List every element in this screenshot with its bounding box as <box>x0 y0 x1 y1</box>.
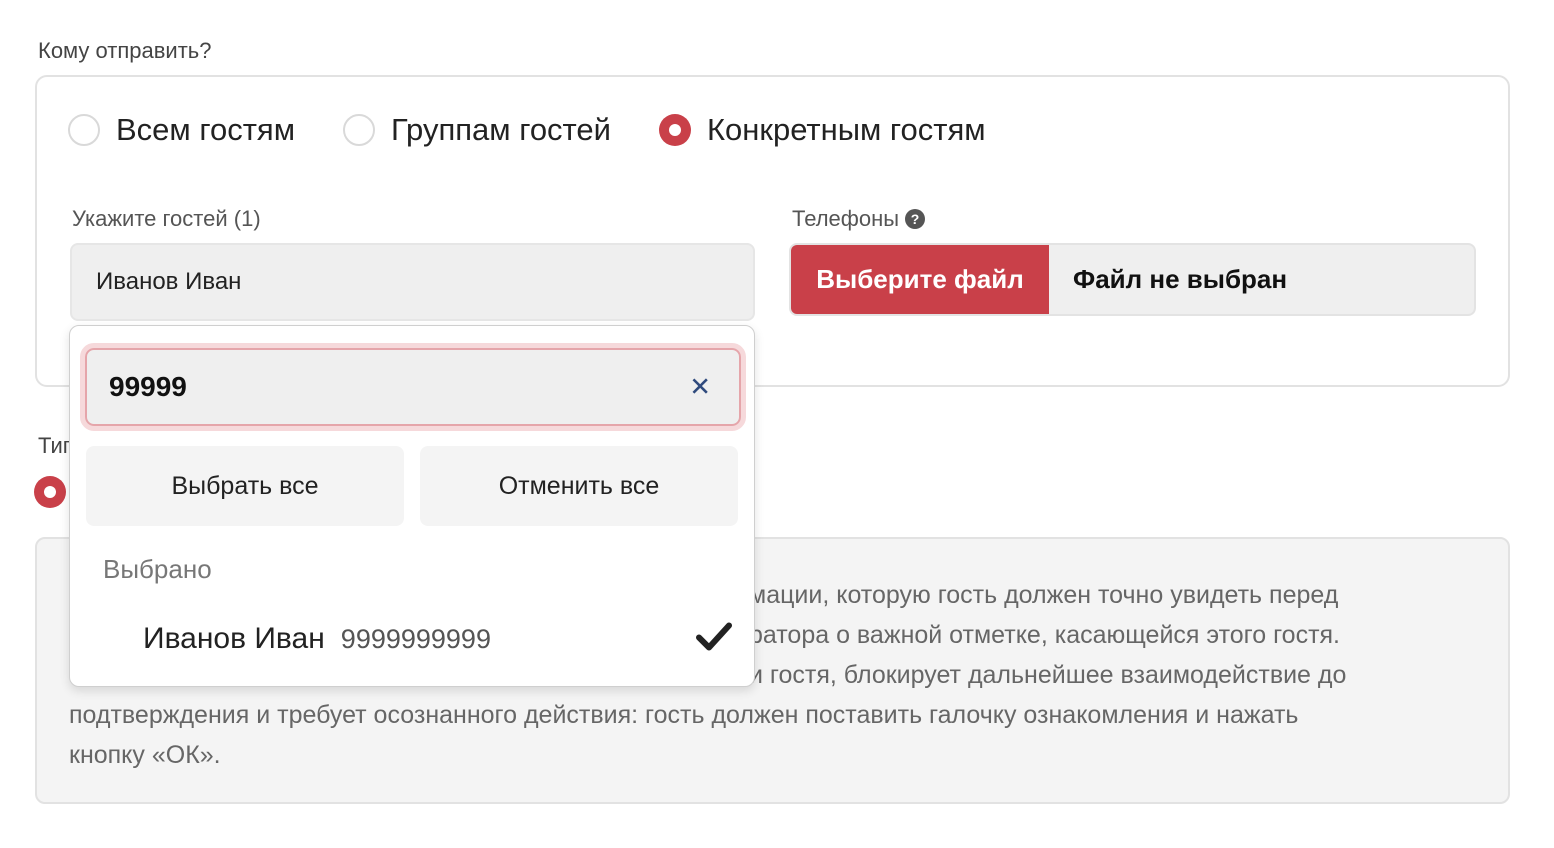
info-line: подтверждения и требует осознанного дейс… <box>69 701 1299 729</box>
info-line: кнопку «ОК». <box>69 741 221 769</box>
guests-dropdown: 99999 ✕ Выбрать все Отменить все Выбрано… <box>69 325 755 687</box>
recipients-radio-group: Всем гостям Группам гостей Конкретным го… <box>68 112 1034 148</box>
list-item[interactable]: Иванов Иван 9999999999 <box>70 606 754 672</box>
select-all-button[interactable]: Выбрать все <box>86 446 404 526</box>
guests-field-label: Укажите гостей (1) <box>72 206 261 231</box>
search-focus-ring: 99999 ✕ <box>80 343 746 431</box>
phones-label-text: Телефоны <box>792 206 900 231</box>
guests-select-value: Иванов Иван <box>96 268 242 295</box>
radio-circle-checked[interactable] <box>658 114 691 146</box>
type-radio-checked[interactable] <box>34 476 66 508</box>
choose-file-button[interactable]: Выберите файл <box>791 245 1049 314</box>
phones-file-input[interactable]: Выберите файл Файл не выбран <box>789 243 1476 316</box>
radio-circle[interactable] <box>343 114 376 146</box>
guests-select[interactable]: Иванов Иван <box>70 243 755 321</box>
radio-label: Группам гостей <box>391 112 611 147</box>
file-status-text: Файл не выбран <box>1073 264 1288 294</box>
search-input[interactable]: 99999 ✕ <box>85 348 741 426</box>
radio-all-guests[interactable]: Всем гостям <box>68 112 295 148</box>
close-icon[interactable]: ✕ <box>689 372 711 403</box>
selected-group-header: Выбрано <box>103 554 212 584</box>
question-circle-icon[interactable]: ? <box>905 209 926 229</box>
radio-label: Конкретным гостям <box>706 112 986 147</box>
checkmark-icon <box>696 622 732 657</box>
radio-circle[interactable] <box>68 114 100 146</box>
deselect-all-button[interactable]: Отменить все <box>420 446 738 526</box>
phones-field-label: Телефоны ? <box>792 206 926 232</box>
recipients-section-label: Кому отправить? <box>38 38 212 63</box>
option-guest-name: Иванов Иван <box>143 622 325 655</box>
option-guest-phone: 9999999999 <box>340 623 491 654</box>
search-input-value: 99999 <box>109 371 187 402</box>
radio-specific-guests[interactable]: Конкретным гостям <box>658 112 986 148</box>
radio-label: Всем гостям <box>116 112 296 147</box>
radio-guest-groups[interactable]: Группам гостей <box>343 112 611 148</box>
